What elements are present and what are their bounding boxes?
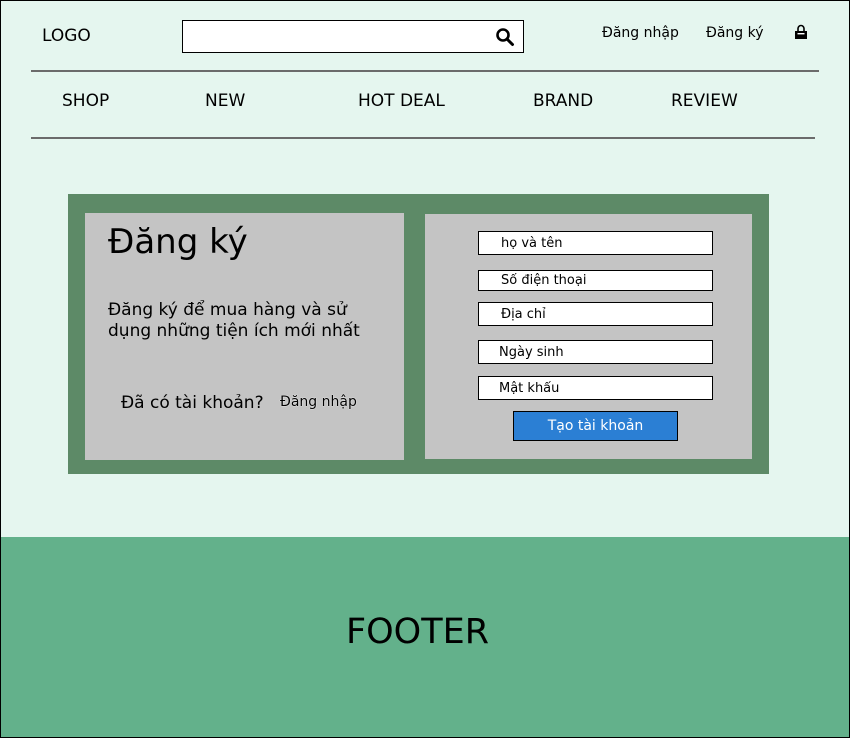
search-button[interactable] — [495, 27, 515, 47]
nav-item-hot-deal[interactable]: HOT DEAL — [358, 91, 445, 111]
login-link[interactable]: Đăng nhập — [602, 25, 679, 41]
fullname-field[interactable] — [478, 231, 713, 255]
nav-item-new[interactable]: NEW — [205, 91, 245, 111]
nav-item-brand[interactable]: BRAND — [533, 91, 593, 111]
register-title: Đăng ký — [108, 222, 248, 262]
search-bar — [182, 20, 524, 53]
logo[interactable]: LOGO — [42, 26, 91, 46]
address-field[interactable] — [478, 302, 713, 326]
have-account-text: Đã có tài khoản? — [121, 393, 264, 413]
register-description: Đăng ký để mua hàng và sử dụng những tiệ… — [108, 300, 360, 341]
search-input[interactable] — [183, 21, 483, 52]
password-field[interactable] — [478, 376, 713, 400]
header-divider-bottom — [31, 137, 815, 139]
header-divider-top — [31, 70, 819, 72]
register-link[interactable]: Đăng ký — [706, 25, 764, 41]
search-icon — [496, 28, 514, 46]
login-link-small[interactable]: Đăng nhập — [280, 394, 357, 410]
nav-item-shop[interactable]: SHOP — [62, 91, 109, 111]
create-account-button[interactable]: Tạo tài khoản — [513, 411, 678, 441]
shopping-bag-icon — [795, 24, 807, 39]
phone-field[interactable] — [478, 270, 713, 291]
cart-button[interactable] — [793, 24, 809, 42]
birthdate-field[interactable] — [478, 340, 713, 364]
nav-item-review[interactable]: REVIEW — [671, 91, 738, 111]
footer-text: FOOTER — [346, 612, 490, 652]
